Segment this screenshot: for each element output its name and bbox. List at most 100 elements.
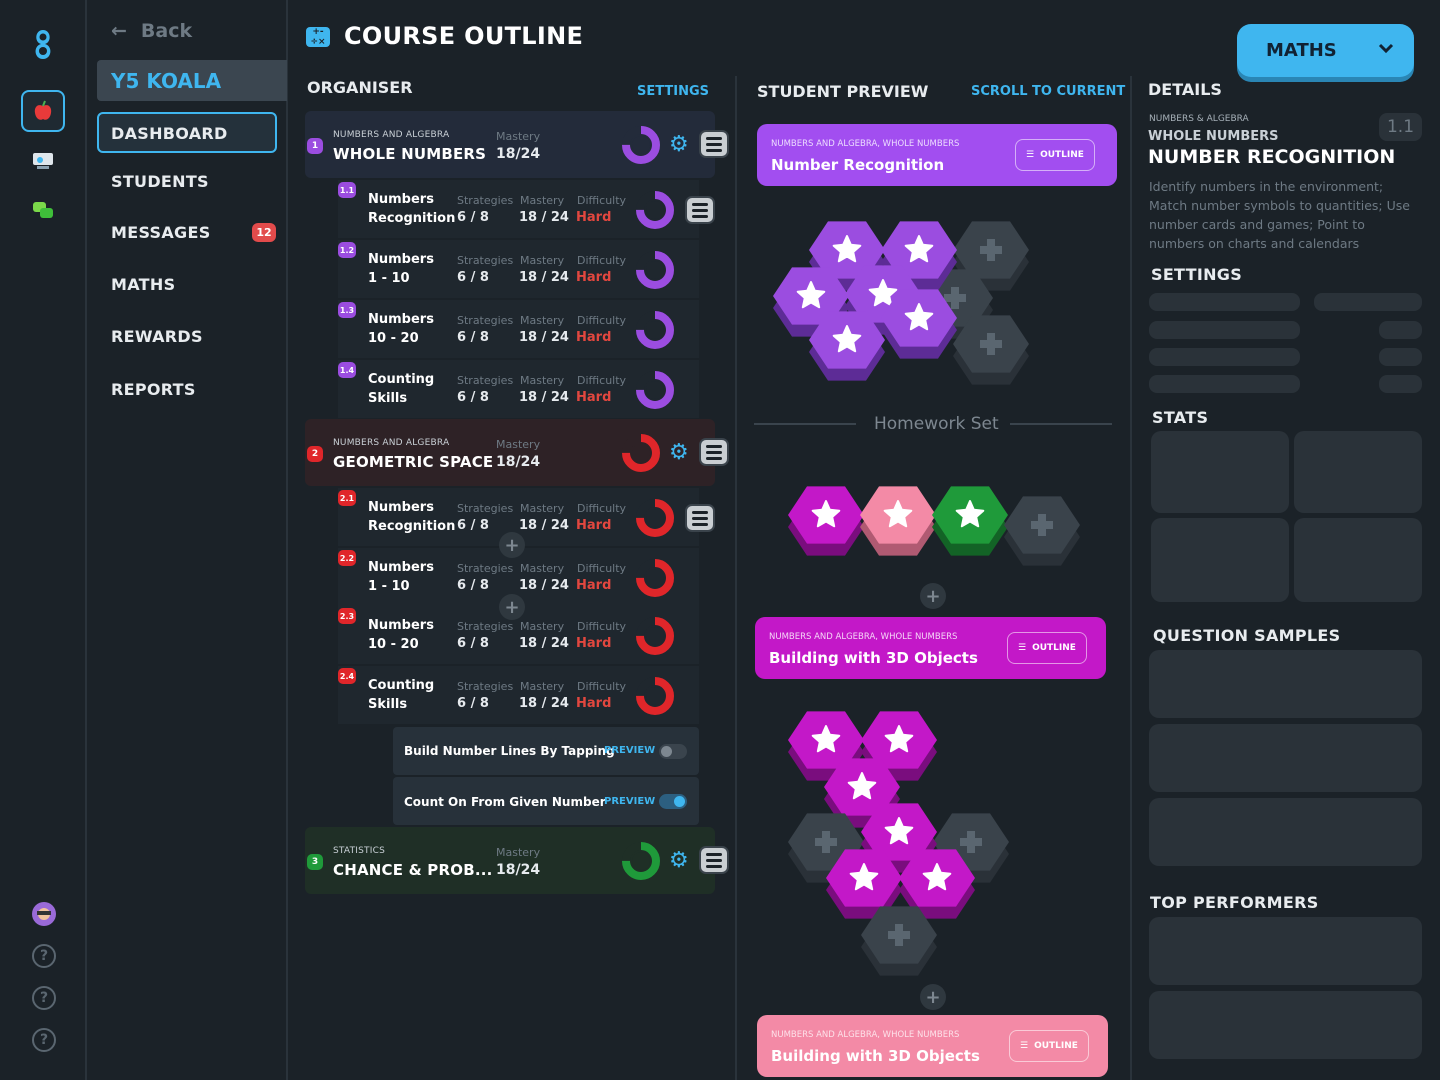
help-icon[interactable]: ? bbox=[32, 986, 56, 1010]
difficulty-value: Hard bbox=[576, 696, 612, 711]
mastery-ring bbox=[636, 499, 674, 541]
mastery-label: Mastery bbox=[496, 130, 541, 143]
mastery-ring bbox=[636, 617, 674, 659]
strategies-label: Strategies bbox=[457, 374, 514, 387]
strategies-value: 6 / 8 bbox=[457, 636, 489, 651]
subject-dropdown[interactable]: MATHS bbox=[1237, 24, 1414, 77]
difficulty-value: Hard bbox=[576, 210, 612, 225]
activity-card[interactable]: Build Number Lines By Tapping PREVIEW bbox=[393, 727, 699, 775]
nav-item-students[interactable]: STUDENTS bbox=[111, 172, 209, 191]
homework-set-label: Homework Set bbox=[874, 414, 999, 434]
mastery-label: Mastery bbox=[496, 846, 541, 859]
mastery-ring bbox=[636, 311, 674, 353]
help-icon[interactable]: ? bbox=[32, 1028, 56, 1052]
menu-icon[interactable] bbox=[699, 130, 729, 158]
unit-header[interactable]: 3 STATISTICS CHANCE & PROB... Mastery 18… bbox=[305, 827, 729, 894]
nav-item-messages[interactable]: MESSAGES bbox=[111, 223, 211, 242]
lesson-name: Counting Skills bbox=[368, 372, 435, 406]
app-logo-icon[interactable] bbox=[31, 28, 55, 62]
nav-item-maths[interactable]: MATHS bbox=[111, 275, 175, 294]
back-button[interactable]: ← Back bbox=[111, 20, 192, 42]
outline-button[interactable]: ☰ OUTLINE bbox=[1015, 139, 1095, 171]
gear-icon[interactable]: ⚙ bbox=[669, 134, 689, 156]
gear-icon[interactable]: ⚙ bbox=[669, 442, 689, 464]
preview-link[interactable]: PREVIEW bbox=[604, 796, 655, 807]
empty-hex-slot[interactable] bbox=[1004, 496, 1080, 566]
preview-link[interactable]: PREVIEW bbox=[604, 745, 655, 756]
unit-number: 3 bbox=[307, 854, 323, 870]
details-description: Identify numbers in the environment; Mat… bbox=[1149, 179, 1410, 251]
lesson-row[interactable]: Counting Skills Strategies 6 / 8 Mastery … bbox=[338, 666, 699, 724]
apple-icon[interactable] bbox=[21, 90, 65, 132]
add-lesson-button[interactable]: + bbox=[920, 984, 946, 1010]
menu-icon[interactable] bbox=[685, 504, 715, 532]
unit-header[interactable]: 1 NUMBERS AND ALGEBRA WHOLE NUMBERS Mast… bbox=[305, 111, 729, 178]
nav-item-rewards[interactable]: REWARDS bbox=[111, 327, 203, 346]
lesson-card[interactable]: NUMBERS AND ALGEBRA, WHOLE NUMBERS Build… bbox=[757, 1015, 1108, 1077]
lesson-row[interactable]: Numbers Recognition Strategies 6 / 8 Mast… bbox=[338, 180, 699, 238]
lesson-row[interactable]: Numbers 10 - 20 Strategies 6 / 8 Mastery … bbox=[338, 300, 699, 358]
setting-placeholder bbox=[1149, 375, 1300, 393]
difficulty-label: Difficulty bbox=[577, 254, 627, 267]
organiser-settings-link[interactable]: SETTINGS bbox=[637, 84, 709, 99]
gear-icon[interactable]: ⚙ bbox=[669, 850, 689, 872]
lesson-row[interactable]: Numbers 1 - 10 Strategies 6 / 8 Mastery 1… bbox=[338, 240, 699, 298]
outline-button[interactable]: ☰ OUTLINE bbox=[1007, 632, 1087, 664]
mastery-label: Mastery bbox=[520, 620, 565, 633]
menu-icon[interactable] bbox=[699, 846, 729, 874]
nav-item-reports[interactable]: REPORTS bbox=[111, 380, 196, 399]
help-icon[interactable]: ? bbox=[32, 944, 56, 968]
top-performer-placeholder bbox=[1149, 917, 1422, 985]
class-name[interactable]: Y5 KOALA bbox=[97, 60, 287, 101]
mastery-ring bbox=[636, 677, 674, 719]
classroom-icon[interactable] bbox=[21, 140, 65, 182]
strategies-label: Strategies bbox=[457, 254, 514, 267]
setting-placeholder bbox=[1379, 375, 1422, 393]
difficulty-value: Hard bbox=[576, 636, 612, 651]
lesson-row[interactable]: Counting Skills Strategies 6 / 8 Mastery … bbox=[338, 360, 699, 418]
mastery-value: 18 / 24 bbox=[519, 636, 569, 651]
setting-placeholder bbox=[1314, 293, 1422, 311]
mastery-value: 18 / 24 bbox=[519, 210, 569, 225]
add-activity-button[interactable]: + bbox=[499, 594, 525, 620]
preview-toggle[interactable] bbox=[659, 794, 687, 809]
lesson-name: Numbers Recognition bbox=[368, 500, 456, 534]
mastery-label: Mastery bbox=[520, 374, 565, 387]
mastery-ring bbox=[622, 434, 660, 476]
star-hex[interactable] bbox=[860, 486, 936, 556]
difficulty-label: Difficulty bbox=[577, 374, 627, 387]
difficulty-label: Difficulty bbox=[577, 680, 627, 693]
chat-icon[interactable] bbox=[21, 190, 65, 232]
star-hex[interactable] bbox=[932, 486, 1008, 556]
star-hex[interactable] bbox=[788, 486, 864, 556]
mastery-value: 18 / 24 bbox=[519, 578, 569, 593]
difficulty-label: Difficulty bbox=[577, 502, 627, 515]
lesson-number-badge: 1.3 bbox=[338, 302, 356, 318]
add-lesson-button[interactable]: + bbox=[920, 583, 946, 609]
lesson-number-badge: 2.1 bbox=[338, 490, 356, 506]
unit-title: WHOLE NUMBERS bbox=[333, 145, 487, 163]
nav-item-dashboard[interactable]: DASHBOARD bbox=[111, 124, 228, 143]
top-performers-heading: TOP PERFORMERS bbox=[1150, 893, 1319, 912]
divider bbox=[735, 76, 737, 1080]
messages-count-badge: 12 bbox=[252, 223, 276, 242]
lesson-card[interactable]: NUMBERS AND ALGEBRA, WHOLE NUMBERS Build… bbox=[755, 617, 1106, 679]
scroll-to-current-link[interactable]: SCROLL TO CURRENT bbox=[971, 84, 1125, 99]
list-icon: ☰ bbox=[1020, 1041, 1029, 1051]
unit-title: CHANCE & PROB... bbox=[333, 861, 493, 879]
menu-icon[interactable] bbox=[685, 196, 715, 224]
unit-category: NUMBERS AND ALGEBRA bbox=[333, 438, 450, 448]
outline-button[interactable]: ☰ OUTLINE bbox=[1009, 1030, 1089, 1062]
add-activity-button[interactable]: + bbox=[499, 532, 525, 558]
lesson-name: Numbers 10 - 20 bbox=[368, 312, 434, 346]
setting-placeholder bbox=[1379, 348, 1422, 366]
preview-toggle[interactable] bbox=[659, 744, 687, 759]
unit-header[interactable]: 2 NUMBERS AND ALGEBRA GEOMETRIC SPACE Ma… bbox=[305, 419, 729, 486]
avatar[interactable] bbox=[32, 902, 56, 926]
menu-icon[interactable] bbox=[699, 438, 729, 466]
mastery-ring bbox=[636, 191, 674, 233]
activity-card[interactable]: Count On From Given Number PREVIEW bbox=[393, 777, 699, 825]
lesson-card[interactable]: NUMBERS AND ALGEBRA, WHOLE NUMBERS Numbe… bbox=[757, 124, 1117, 186]
difficulty-label: Difficulty bbox=[577, 194, 627, 207]
organiser-title: ORGANISER bbox=[307, 78, 413, 97]
